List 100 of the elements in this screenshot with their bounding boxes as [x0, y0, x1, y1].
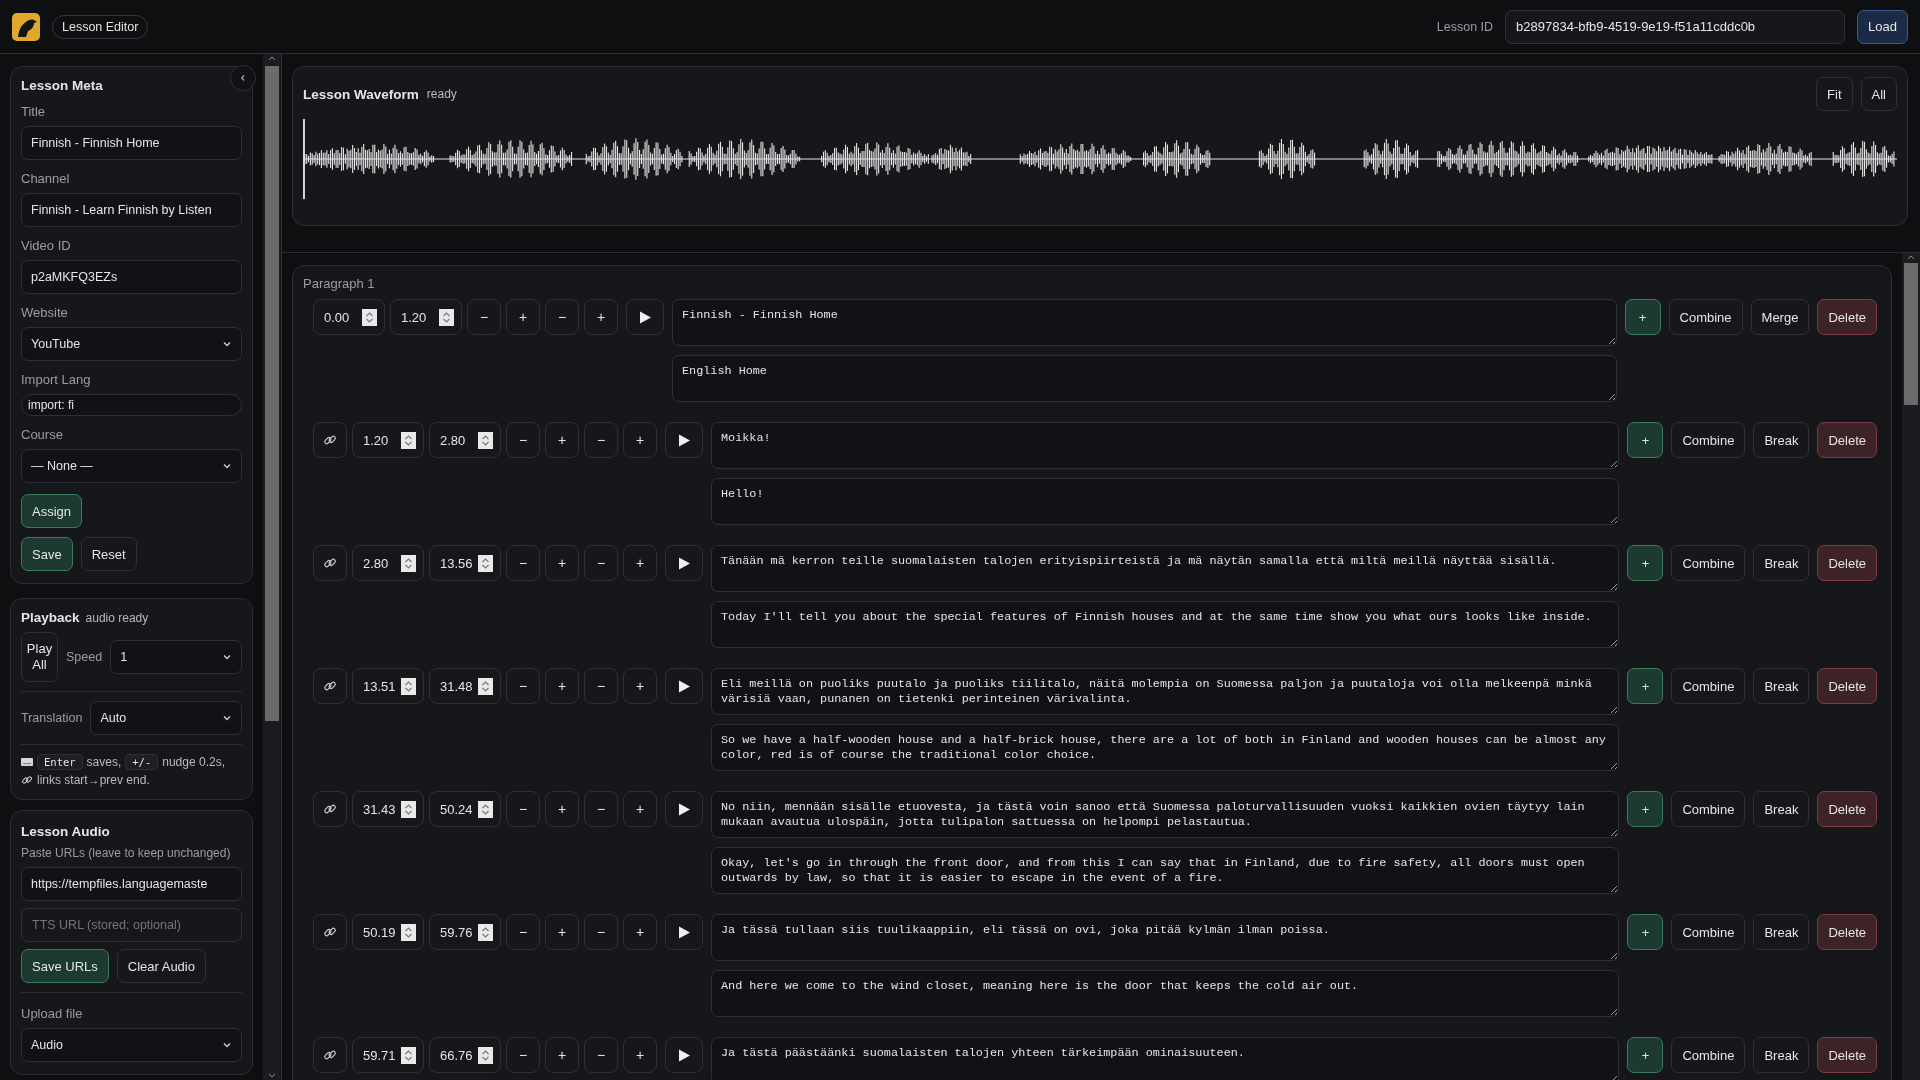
time-field[interactable]: 59.71	[352, 1037, 424, 1073]
nudge-button[interactable]: +	[623, 422, 657, 458]
nudge-button[interactable]: +	[623, 545, 657, 581]
play-button[interactable]	[665, 668, 703, 704]
input-field[interactable]: import: fi	[21, 394, 242, 416]
nudge-button[interactable]: +	[506, 299, 540, 335]
link-button[interactable]	[313, 914, 347, 950]
nudge-button[interactable]: −	[506, 545, 540, 581]
action-button[interactable]: Break	[1753, 1037, 1810, 1073]
nudge-button[interactable]: −	[584, 668, 618, 704]
play-button[interactable]	[626, 299, 664, 335]
play-button[interactable]	[665, 914, 703, 950]
action-button[interactable]: Break	[1753, 791, 1810, 827]
time-field[interactable]: 1.20	[390, 299, 462, 335]
link-button[interactable]	[313, 422, 347, 458]
add-button[interactable]: +	[1627, 545, 1664, 581]
stepper-icon[interactable]	[401, 1046, 416, 1064]
source-text-field[interactable]: Ja tässä tullaan siis tuulikaappiin, eli tässä on ovi, joka pitää kylmän ilman poissa.	[711, 914, 1620, 961]
nudge-button[interactable]: +	[623, 791, 657, 827]
action-button[interactable]: Combine	[1671, 545, 1746, 581]
add-button[interactable]: +	[1627, 422, 1664, 458]
nudge-button[interactable]: +	[545, 791, 579, 827]
time-field[interactable]: 13.56	[429, 545, 501, 581]
time-field[interactable]: 31.48	[429, 668, 501, 704]
source-text-field[interactable]: Ja tästä päästäänki suomalaisten talojen yhteen tärkeimpään ominaisuuteen.	[711, 1037, 1620, 1080]
nudge-button[interactable]: −	[584, 422, 618, 458]
delete-button[interactable]: Delete	[1817, 914, 1877, 950]
save-button[interactable]: Save	[21, 537, 73, 571]
nudge-button[interactable]: −	[506, 914, 540, 950]
input-field[interactable]: p2aMKFQ3EZs	[21, 260, 242, 294]
translation-field[interactable]: Today I'll tell you about the special features of Finnish houses and at the same time show you what ours looks like inside.	[711, 601, 1620, 648]
stepper-icon[interactable]	[478, 923, 493, 941]
clear-audio-button[interactable]: Clear Audio	[116, 949, 206, 983]
action-button[interactable]: Combine	[1671, 914, 1746, 950]
select-field[interactable]: — None —	[21, 449, 242, 483]
nudge-button[interactable]: +	[623, 668, 657, 704]
action-button[interactable]: Break	[1753, 914, 1810, 950]
nudge-button[interactable]: +	[545, 1037, 579, 1073]
play-button[interactable]	[665, 791, 703, 827]
scrollbar[interactable]	[1902, 253, 1920, 1080]
scrollbar[interactable]	[263, 54, 281, 1080]
stepper-icon[interactable]	[401, 923, 416, 941]
nudge-button[interactable]: +	[545, 914, 579, 950]
stepper-icon[interactable]	[362, 308, 377, 326]
nudge-button[interactable]: +	[545, 545, 579, 581]
add-button[interactable]: +	[1624, 299, 1661, 335]
action-button[interactable]: Break	[1753, 668, 1810, 704]
scrollbar-thumb[interactable]	[1904, 263, 1918, 405]
time-field[interactable]: 50.19	[352, 914, 424, 950]
action-button[interactable]: Break	[1753, 545, 1810, 581]
delete-button[interactable]: Delete	[1817, 791, 1877, 827]
nudge-button[interactable]: −	[545, 299, 579, 335]
nudge-button[interactable]: +	[545, 422, 579, 458]
add-button[interactable]: +	[1627, 791, 1664, 827]
add-button[interactable]: +	[1627, 914, 1664, 950]
stepper-icon[interactable]	[401, 677, 416, 695]
play-button[interactable]	[665, 422, 703, 458]
action-button[interactable]: Combine	[1671, 791, 1746, 827]
action-button[interactable]: Combine	[1671, 668, 1746, 704]
link-button[interactable]	[313, 545, 347, 581]
time-field[interactable]: 2.80	[429, 422, 501, 458]
time-field[interactable]: 2.80	[352, 545, 424, 581]
translation-field[interactable]: English Home	[672, 355, 1617, 402]
speed-select[interactable]: 1	[110, 640, 242, 674]
action-button[interactable]: Break	[1753, 422, 1810, 458]
link-button[interactable]	[313, 1037, 347, 1073]
stepper-icon[interactable]	[401, 431, 416, 449]
nudge-button[interactable]: −	[506, 668, 540, 704]
nudge-button[interactable]: −	[506, 1037, 540, 1073]
delete-button[interactable]: Delete	[1817, 1037, 1877, 1073]
time-field[interactable]: 59.76	[429, 914, 501, 950]
nudge-button[interactable]: −	[506, 422, 540, 458]
play-all-button[interactable]: Play All	[21, 632, 58, 682]
input-field[interactable]: Finnish - Learn Finnish by Listen	[21, 193, 242, 227]
load-button[interactable]: Load	[1857, 9, 1908, 44]
url-field[interactable]: https://tempfiles.languagemaste	[21, 867, 242, 901]
stepper-icon[interactable]	[439, 308, 454, 326]
action-button[interactable]: Combine	[1668, 299, 1743, 335]
nudge-button[interactable]: −	[584, 914, 618, 950]
delete-button[interactable]: Delete	[1817, 668, 1877, 704]
time-field[interactable]: 1.20	[352, 422, 424, 458]
nudge-button[interactable]: +	[584, 299, 618, 335]
reset-button[interactable]: Reset	[80, 537, 137, 571]
play-button[interactable]	[665, 545, 703, 581]
translation-field[interactable]: And here we come to the wind closet, meaning here is the door that keeps the cold air out.	[711, 970, 1620, 1017]
nudge-button[interactable]: +	[545, 668, 579, 704]
time-field[interactable]: 31.43	[352, 791, 424, 827]
assign-button[interactable]: Assign	[21, 494, 83, 528]
translation-select[interactable]: Auto	[90, 701, 242, 735]
time-field[interactable]: 50.24	[429, 791, 501, 827]
add-button[interactable]: +	[1627, 668, 1664, 704]
upload-type-select[interactable]: Audio	[21, 1028, 242, 1062]
stepper-icon[interactable]	[401, 800, 416, 818]
select-field[interactable]: YouTube	[21, 327, 242, 361]
action-button[interactable]: Combine	[1671, 1037, 1746, 1073]
nudge-button[interactable]: −	[584, 545, 618, 581]
lesson-id-field[interactable]: b2897834-bfb9-4519-9e19-f51a11cddc0b	[1505, 9, 1846, 44]
input-field[interactable]: Finnish - Finnish Home	[21, 126, 242, 160]
time-field[interactable]: 13.51	[352, 668, 424, 704]
stepper-icon[interactable]	[478, 431, 493, 449]
